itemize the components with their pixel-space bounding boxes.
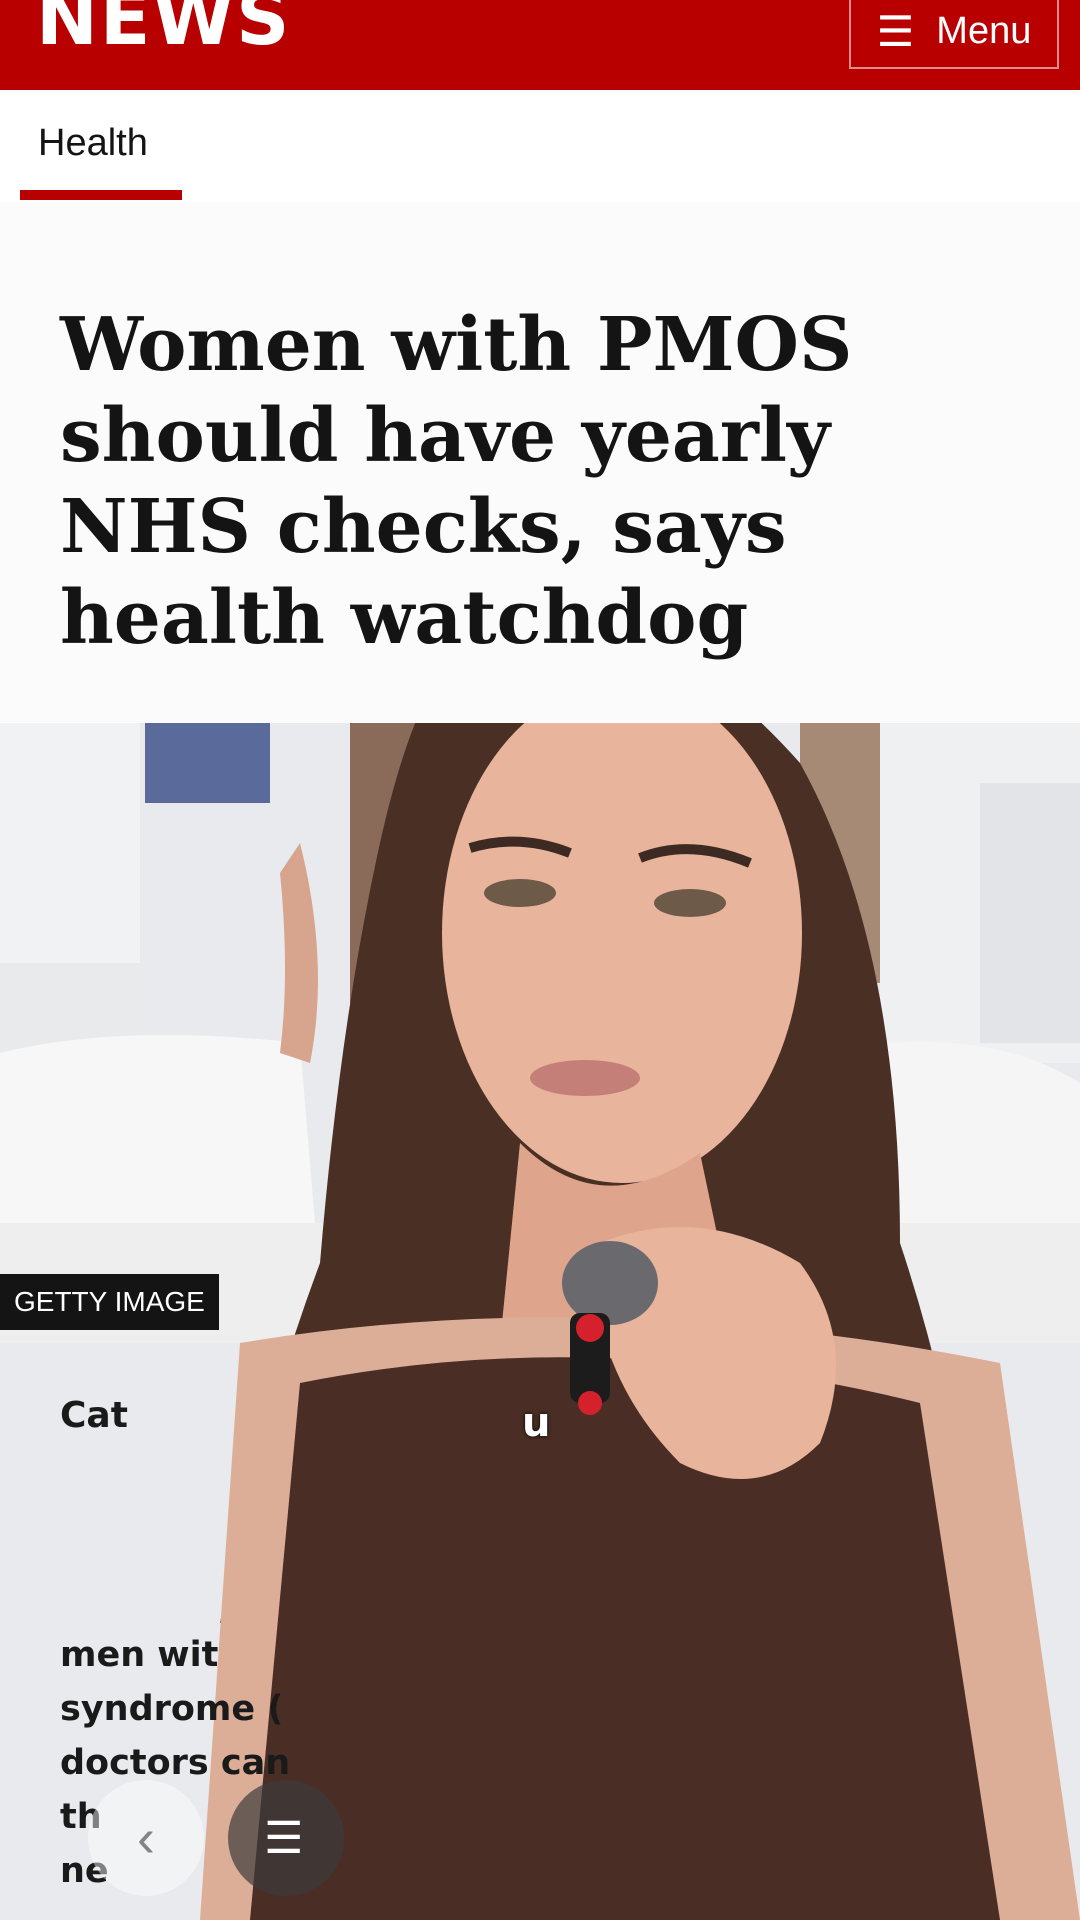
back-button[interactable]: ‹ <box>88 1780 204 1896</box>
body-line: syndrome ( <box>60 1689 284 1729</box>
menu-label: Menu <box>936 10 1032 52</box>
news-logo[interactable]: NEWS <box>36 0 291 56</box>
menu-button[interactable]: ☰ Menu <box>849 0 1059 69</box>
hamburger-icon: ☰ <box>876 7 915 55</box>
section-tab-bar: Health <box>0 90 1080 202</box>
list-icon: ☰ <box>264 1813 304 1863</box>
list-button[interactable]: ☰ <box>228 1780 344 1896</box>
video-subtitle: u <box>522 1400 551 1446</box>
top-navigation-bar: NEWS ☰ Menu <box>0 0 1080 90</box>
chevron-left-icon: ‹ <box>137 1808 155 1868</box>
body-line: doctors can <box>60 1743 290 1783</box>
tab-label: Health <box>38 122 148 164</box>
image-caption: Cat <box>60 1395 128 1436</box>
article-headline: Women with PMOS should have yearly NHS c… <box>60 302 853 661</box>
active-tab-indicator <box>20 190 182 200</box>
body-line: men wit <box>60 1635 219 1675</box>
tab-health[interactable]: Health <box>20 90 182 202</box>
image-credit-label: GETTY IMAGE <box>0 1274 219 1330</box>
